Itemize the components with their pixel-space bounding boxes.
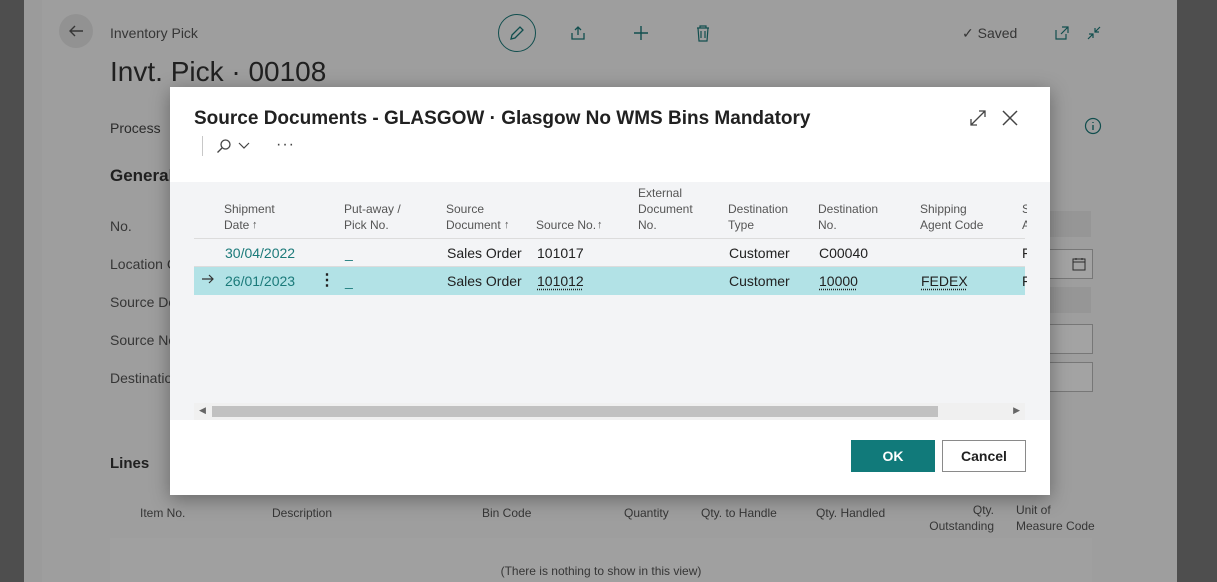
cell-shipment-date[interactable]: 26/01/2023 [225, 273, 295, 289]
horizontal-scrollbar[interactable]: ◀ ▶ [194, 403, 1025, 420]
cell-truncated: F [1022, 273, 1027, 289]
expand-button[interactable] [969, 109, 987, 132]
scroll-left-icon[interactable]: ◀ [199, 405, 206, 416]
cell-destination-no: C00040 [819, 245, 869, 261]
cell-source-no: 101017 [537, 245, 584, 261]
dialog-title: Source Documents - GLASGOW · Glasgow No … [194, 108, 811, 129]
col-source-no[interactable]: Source No. [536, 217, 596, 233]
source-documents-dialog: Source Documents - GLASGOW · Glasgow No … [170, 87, 1050, 495]
more-options-button[interactable]: ··· [276, 136, 295, 154]
sort-asc-icon: ↑ [504, 219, 510, 231]
cell-truncated: F [1022, 245, 1027, 261]
search-button[interactable] [216, 138, 250, 154]
close-icon [1002, 110, 1018, 126]
source-documents-grid [170, 182, 1050, 420]
toolbar-separator [202, 136, 203, 156]
current-row-arrow-icon [201, 272, 215, 288]
search-icon [217, 139, 231, 153]
chevron-down-icon [238, 142, 250, 149]
cell-destination-no[interactable]: 10000 [819, 273, 858, 289]
row-actions-icon[interactable]: ⋮ [319, 270, 335, 290]
cell-shipment-date[interactable]: 30/04/2022 [225, 245, 295, 261]
scrollbar-thumb[interactable] [212, 406, 938, 417]
scroll-right-icon[interactable]: ▶ [1013, 405, 1020, 416]
cell-shipping-agent[interactable]: FEDEX [921, 273, 968, 289]
col-destination-type[interactable]: Destination Type [728, 201, 798, 233]
col-pick-no[interactable]: Put-away / Pick No. [344, 201, 414, 233]
col-destination-no[interactable]: Destination No. [818, 201, 888, 233]
cell-source-document: Sales Order [447, 273, 522, 289]
cell-destination-type: Customer [729, 245, 790, 261]
cell-source-document: Sales Order [447, 245, 522, 261]
col-truncated[interactable]: S A [1022, 201, 1027, 233]
sort-asc-icon: ↑ [597, 219, 603, 231]
cancel-button[interactable]: Cancel [942, 440, 1026, 472]
cell-pick-no[interactable]: _ [345, 273, 353, 289]
cell-source-no[interactable]: 101012 [537, 273, 584, 289]
expand-icon [970, 110, 986, 126]
sort-asc-icon: ↑ [252, 219, 258, 231]
cell-pick-no[interactable]: _ [345, 245, 353, 261]
cell-destination-type: Customer [729, 273, 790, 289]
close-button[interactable] [1001, 109, 1019, 132]
col-shipping-agent-code[interactable]: Shipping Agent Code [920, 201, 990, 233]
ok-button[interactable]: OK [851, 440, 935, 472]
col-source-document[interactable]: Source Document [446, 201, 510, 233]
col-external-document-no[interactable]: External Document No. [638, 185, 714, 233]
